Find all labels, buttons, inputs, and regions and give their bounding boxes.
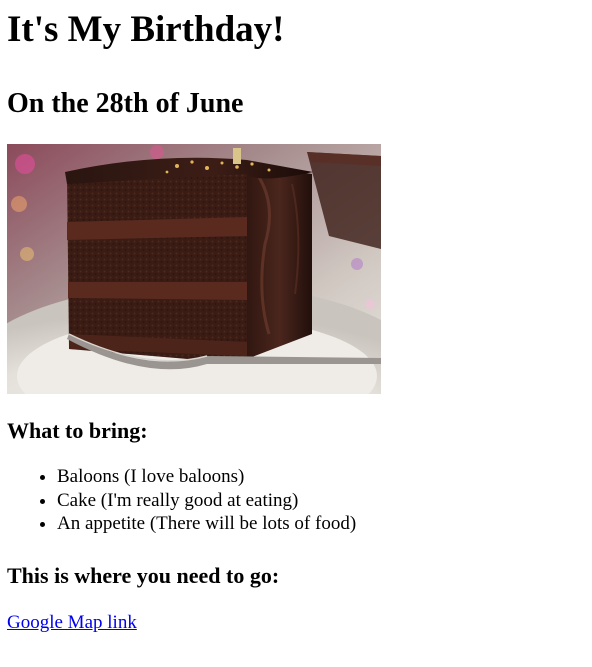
directions-heading: This is where you need to go: xyxy=(7,562,280,588)
event-date-heading: On the 28th of June xyxy=(7,88,244,119)
page-content: It's My Birthday! On the 28th of June Wh… xyxy=(0,0,592,635)
what-to-bring-heading: What to bring: xyxy=(7,418,148,443)
list-item: An appetite (There will be lots of food) xyxy=(57,512,592,536)
google-map-link[interactable]: Google Map link xyxy=(7,611,137,635)
bring-list: Baloons (I love baloons) Cake (I'm reall… xyxy=(7,465,592,536)
cake-image xyxy=(7,144,381,394)
list-item: Cake (I'm really good at eating) xyxy=(57,489,592,513)
list-item: Baloons (I love baloons) xyxy=(57,465,592,489)
page-title: It's My Birthday! xyxy=(7,9,285,50)
